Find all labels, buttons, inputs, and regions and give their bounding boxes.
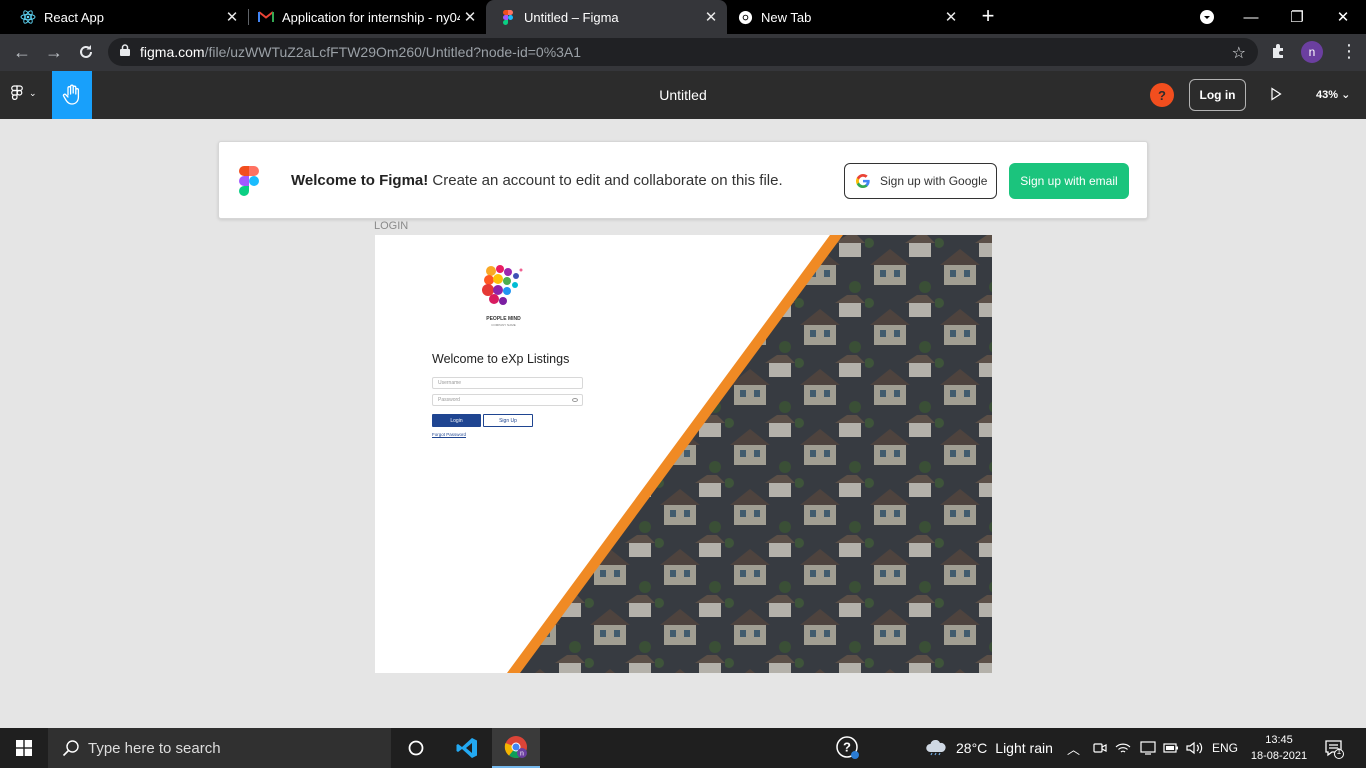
browser-toolbar: ← → figma.com/file/uzWWTuZ2aLcfFTW29Om26… — [0, 34, 1366, 71]
chevron-down-icon: ⌄ — [1341, 89, 1351, 101]
welcome-bold: Welcome to Figma! — [291, 172, 429, 189]
search-placeholder: Type here to search — [88, 739, 221, 757]
tab-figma[interactable]: Untitled – Figma ✕ — [486, 0, 727, 34]
windows-icon — [16, 740, 32, 756]
zoom-dropdown[interactable]: 43% ⌄ — [1316, 88, 1350, 101]
login-button[interactable]: Login — [432, 414, 481, 427]
tab-title: Application for internship - ny04 — [282, 9, 460, 25]
bookmark-star-icon[interactable]: ☆ — [1232, 43, 1246, 63]
figma-toolbar: ⌄ Untitled ? Log in 43% ⌄ — [0, 71, 1366, 119]
brand-name: PEOPLE MIND — [486, 316, 521, 322]
address-bar[interactable]: figma.com/file/uzWWTuZ2aLcfFTW29Om260/Un… — [108, 38, 1258, 66]
vscode-icon — [456, 738, 477, 758]
extensions-icon[interactable] — [1270, 42, 1288, 60]
battery-icon[interactable] — [1163, 728, 1179, 768]
profile-avatar[interactable]: n — [1301, 41, 1323, 63]
houses-photo — [507, 235, 992, 673]
tab-search-icon[interactable] — [1184, 0, 1230, 34]
signup-button[interactable]: Sign Up — [483, 414, 533, 427]
brand-subtitle: COMPANY NAME — [491, 323, 516, 327]
notification-count: 1 — [1336, 747, 1342, 756]
password-placeholder: Password — [438, 397, 460, 403]
taskbar-search[interactable]: Type here to search — [48, 728, 391, 768]
browser-tab-strip: React App ✕ Application for internship -… — [0, 0, 1366, 34]
clock[interactable]: 13:45 18-08-2021 — [1248, 732, 1310, 764]
clock-time: 13:45 — [1265, 734, 1293, 746]
svg-text:n: n — [520, 751, 524, 758]
react-icon — [20, 9, 36, 25]
reload-icon[interactable] — [72, 38, 100, 66]
taskbar-vscode[interactable] — [443, 728, 491, 768]
welcome-heading: Welcome to eXp Listings — [432, 352, 570, 366]
password-field[interactable]: Password — [432, 394, 583, 406]
chrome-icon — [737, 9, 753, 25]
tab-title: React App — [44, 9, 104, 25]
figma-icon — [500, 9, 516, 25]
weather-widget[interactable]: 28°C Light rain — [925, 728, 1053, 768]
language-indicator[interactable]: ENG — [1212, 728, 1238, 768]
window-close-icon[interactable]: ✕ — [1320, 0, 1366, 34]
start-button[interactable] — [0, 728, 48, 768]
login-button[interactable]: Log in — [1189, 79, 1246, 111]
volume-icon[interactable] — [1186, 728, 1204, 768]
menu-kebab-icon[interactable]: ⋮ — [1340, 39, 1358, 63]
signup-google-label: Sign up with Google — [880, 174, 988, 188]
gmail-icon — [258, 9, 274, 25]
signup-email-button[interactable]: Sign up with email — [1009, 163, 1129, 199]
weather-desc: Light rain — [995, 740, 1053, 756]
present-play-icon[interactable] — [1270, 87, 1282, 101]
welcome-message: Welcome to Figma! Create an account to e… — [291, 172, 783, 189]
show-hidden-icons[interactable]: ︿ — [1067, 728, 1080, 768]
restore-icon[interactable]: ❐ — [1274, 0, 1320, 34]
search-icon — [62, 740, 79, 757]
forgot-password-link[interactable]: Forgot Password — [432, 432, 466, 437]
minimize-icon[interactable]: — — [1228, 0, 1274, 34]
windows-taskbar: Type here to search n ? 28°C Light rain … — [0, 728, 1366, 768]
taskbar-chrome[interactable]: n — [492, 728, 540, 768]
display-icon[interactable] — [1140, 728, 1156, 768]
people-mind-logo — [482, 265, 523, 305]
chrome-icon: n — [504, 736, 527, 758]
help-button[interactable]: ? — [1150, 83, 1174, 107]
zoom-value: 43% — [1316, 89, 1339, 101]
frame-label[interactable]: LOGIN — [374, 220, 408, 232]
chevron-up-icon: ︿ — [1067, 741, 1081, 757]
signup-google-button[interactable]: Sign up with Google — [844, 163, 997, 199]
eye-icon[interactable] — [572, 398, 578, 402]
tab-title: New Tab — [761, 9, 812, 25]
clock-date: 18-08-2021 — [1250, 750, 1308, 762]
lock-icon — [120, 43, 130, 61]
close-tab-icon[interactable]: ✕ — [460, 8, 480, 26]
tab-title: Untitled – Figma — [524, 9, 619, 25]
notifications-button[interactable]: 1 — [1324, 739, 1344, 764]
google-icon — [856, 174, 870, 188]
task-view-button[interactable] — [392, 728, 440, 768]
welcome-text: Create an account to edit and collaborat… — [428, 172, 783, 189]
close-tab-icon[interactable]: ✕ — [941, 8, 961, 26]
meet-now-icon[interactable] — [1093, 728, 1107, 768]
new-tab-button[interactable]: + — [977, 5, 999, 28]
back-icon[interactable]: ← — [8, 38, 36, 66]
tab-react-app[interactable]: React App ✕ — [0, 0, 248, 34]
figma-logo-icon — [239, 166, 259, 196]
tab-gmail[interactable]: Application for internship - ny04 ✕ — [238, 0, 486, 34]
svg-text:?: ? — [843, 740, 851, 755]
login-frame[interactable]: PEOPLE MIND COMPANY NAME Welcome to eXp … — [375, 235, 992, 673]
welcome-banner: Welcome to Figma! Create an account to e… — [218, 141, 1148, 219]
forward-icon[interactable]: → — [40, 38, 68, 66]
tab-new-tab[interactable]: New Tab ✕ — [727, 0, 967, 34]
task-view-icon — [408, 740, 424, 756]
url-path: /file/uzWWTuZ2aLcfFTW29Om260/Untitled?no… — [204, 44, 582, 60]
network-icon[interactable] — [1115, 728, 1131, 768]
close-tab-icon[interactable]: ✕ — [701, 8, 721, 26]
username-field[interactable]: Username — [432, 377, 583, 389]
weather-temp: 28°C — [956, 740, 988, 756]
help-tray-icon[interactable]: ? — [836, 728, 860, 768]
cloud-rain-icon — [926, 740, 946, 756]
url-host: figma.com — [140, 44, 205, 60]
